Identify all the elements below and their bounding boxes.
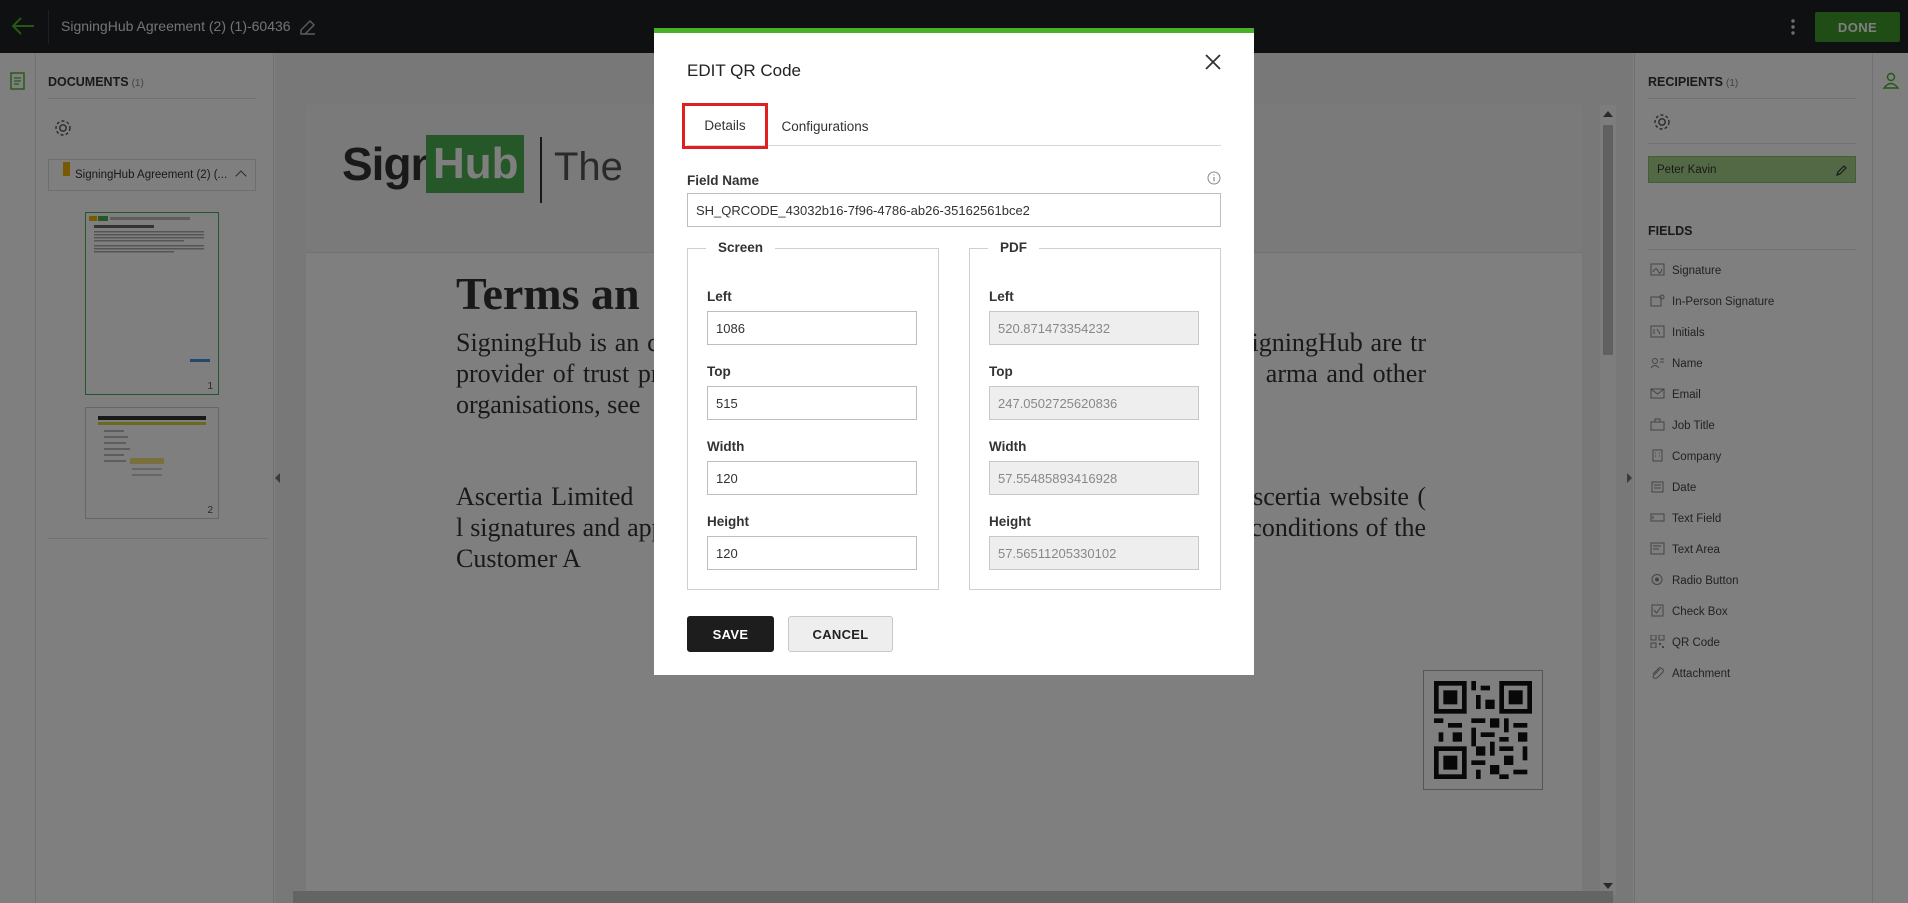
screen-group: Screen Left Top Width Height bbox=[687, 240, 939, 590]
pdf-left-label: Left bbox=[989, 289, 1014, 304]
field-name-label: Field Name bbox=[687, 173, 760, 188]
edit-qr-code-dialog: EDIT QR Code Details Configurations Fiel… bbox=[654, 28, 1254, 675]
screen-width-input[interactable] bbox=[707, 461, 917, 495]
pdf-left-input bbox=[989, 311, 1199, 345]
pdf-height-label: Height bbox=[989, 514, 1031, 529]
save-button[interactable]: SAVE bbox=[687, 616, 774, 652]
pdf-legend: PDF bbox=[988, 240, 1039, 255]
info-icon[interactable] bbox=[1207, 171, 1221, 185]
screen-height-input[interactable] bbox=[707, 536, 917, 570]
pdf-height-input bbox=[989, 536, 1199, 570]
tab-details[interactable]: Details bbox=[682, 103, 768, 149]
field-name-input[interactable] bbox=[687, 193, 1221, 227]
screen-height-label: Height bbox=[707, 514, 749, 529]
pdf-top-input bbox=[989, 386, 1199, 420]
pdf-width-input bbox=[989, 461, 1199, 495]
tab-configurations[interactable]: Configurations bbox=[775, 109, 875, 145]
screen-left-input[interactable] bbox=[707, 311, 917, 345]
close-icon[interactable] bbox=[1202, 51, 1224, 73]
screen-top-input[interactable] bbox=[707, 386, 917, 420]
pdf-top-label: Top bbox=[989, 364, 1013, 379]
screen-width-label: Width bbox=[707, 439, 745, 454]
dialog-title: EDIT QR Code bbox=[687, 61, 802, 80]
screen-top-label: Top bbox=[707, 364, 731, 379]
pdf-group: PDF Left Top Width Height bbox=[969, 240, 1221, 590]
pdf-width-label: Width bbox=[989, 439, 1027, 454]
dialog-tabs: Details Configurations bbox=[682, 103, 1221, 149]
cancel-button[interactable]: CANCEL bbox=[788, 616, 893, 652]
screen-left-label: Left bbox=[707, 289, 732, 304]
screen-legend: Screen bbox=[706, 240, 776, 255]
